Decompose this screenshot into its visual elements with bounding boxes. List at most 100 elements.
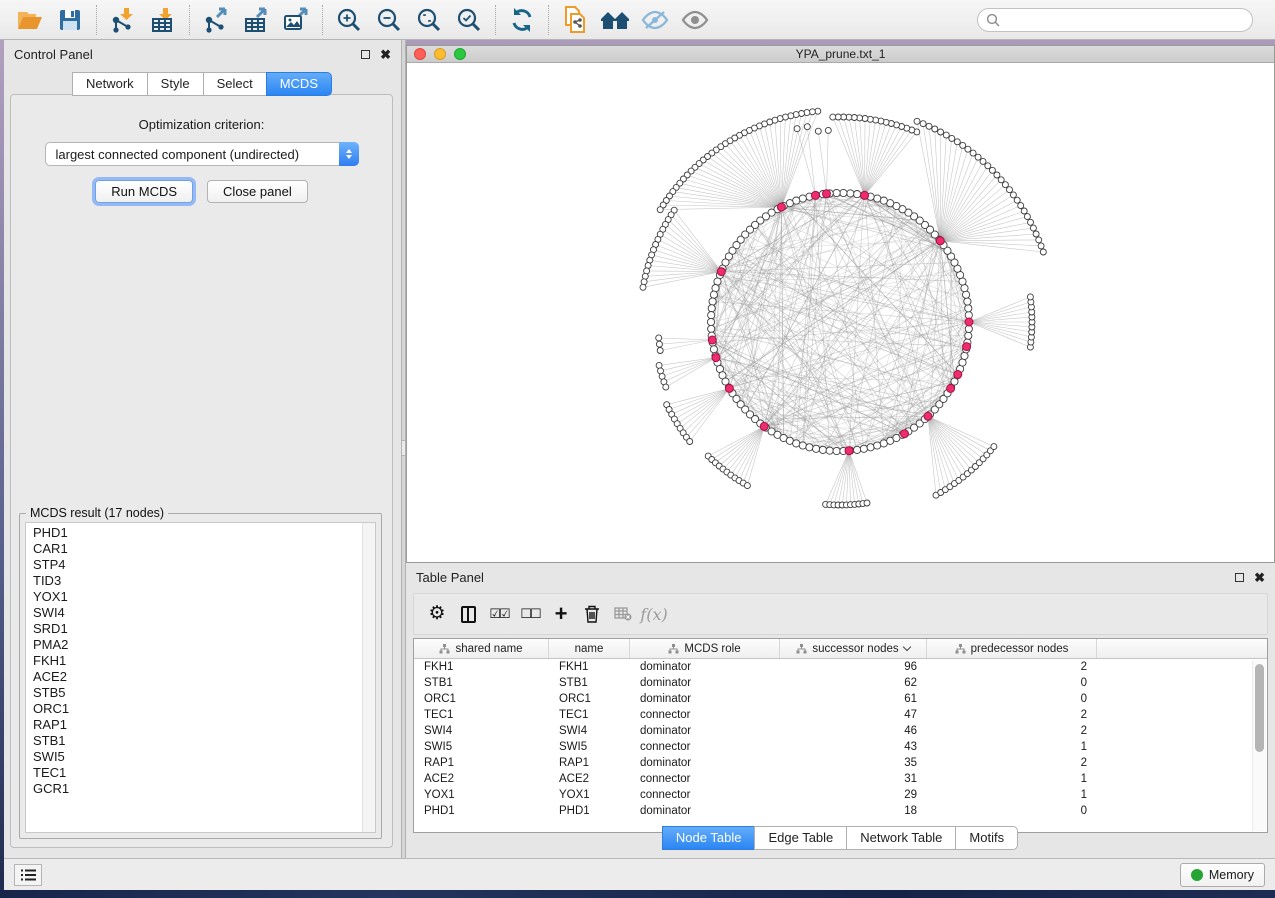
show-columns-icon[interactable] <box>457 603 479 625</box>
cell-successor-nodes[interactable]: 35 <box>780 755 927 771</box>
cell-predecessor-nodes[interactable]: 2 <box>927 707 1097 723</box>
cell-mcds-role[interactable]: dominator <box>630 755 780 771</box>
table-tab[interactable]: Node Table <box>662 826 756 850</box>
table-scrollbar-thumb[interactable] <box>1255 664 1264 752</box>
import-table-icon[interactable] <box>143 3 183 37</box>
control-panel-tab[interactable]: Network <box>72 72 148 96</box>
cell-predecessor-nodes[interactable]: 0 <box>927 691 1097 707</box>
float-panel-icon[interactable] <box>361 50 370 59</box>
cell-name[interactable]: YOX1 <box>549 787 630 803</box>
mcds-result-item[interactable]: TID3 <box>26 573 375 589</box>
mcds-result-item[interactable]: SWI5 <box>26 749 375 765</box>
table-tab[interactable]: Edge Table <box>754 826 847 850</box>
cell-mcds-role[interactable]: dominator <box>630 803 780 819</box>
mcds-result-item[interactable]: PHD1 <box>26 525 375 541</box>
hide-details-icon[interactable] <box>635 3 675 37</box>
cell-successor-nodes[interactable]: 96 <box>780 659 927 675</box>
mcds-result-item[interactable]: STB1 <box>26 733 375 749</box>
close-panel-button[interactable]: Close panel <box>207 180 308 203</box>
cell-predecessor-nodes[interactable]: 0 <box>927 675 1097 691</box>
cell-name[interactable]: SWI5 <box>549 739 630 755</box>
cell-name[interactable]: TEC1 <box>549 707 630 723</box>
table-row[interactable]: RAP1 RAP1 dominator 35 2 <box>414 755 1267 771</box>
cell-mcds-role[interactable]: connector <box>630 771 780 787</box>
table-row[interactable]: ACE2 ACE2 connector 31 1 <box>414 771 1267 787</box>
table-row[interactable]: PHD1 PHD1 dominator 18 0 <box>414 803 1267 819</box>
import-network-icon[interactable] <box>103 3 143 37</box>
cell-mcds-role[interactable]: connector <box>630 739 780 755</box>
show-details-icon[interactable] <box>675 3 715 37</box>
cell-successor-nodes[interactable]: 31 <box>780 771 927 787</box>
search-input[interactable] <box>1006 12 1244 28</box>
cell-successor-nodes[interactable]: 61 <box>780 691 927 707</box>
cell-predecessor-nodes[interactable]: 1 <box>927 739 1097 755</box>
cell-name[interactable]: ACE2 <box>549 771 630 787</box>
cell-successor-nodes[interactable]: 47 <box>780 707 927 723</box>
table-scrollbar-track[interactable] <box>1252 660 1266 831</box>
first-neighbors-icon[interactable] <box>595 3 635 37</box>
cell-name[interactable]: RAP1 <box>549 755 630 771</box>
cell-mcds-role[interactable]: dominator <box>630 723 780 739</box>
delete-column-icon[interactable] <box>581 603 603 625</box>
cell-successor-nodes[interactable]: 29 <box>780 787 927 803</box>
cell-predecessor-nodes[interactable]: 2 <box>927 755 1097 771</box>
table-column-header[interactable]: predecessor nodes <box>927 639 1097 658</box>
cell-shared-name[interactable]: FKH1 <box>414 659 549 675</box>
cell-shared-name[interactable]: SWI4 <box>414 723 549 739</box>
cell-shared-name[interactable]: YOX1 <box>414 787 549 803</box>
zoom-out-icon[interactable] <box>369 3 409 37</box>
cell-name[interactable]: PHD1 <box>549 803 630 819</box>
select-all-icon[interactable]: ☑☑ <box>488 603 510 625</box>
table-column-header[interactable]: successor nodes <box>780 639 927 658</box>
cell-shared-name[interactable]: TEC1 <box>414 707 549 723</box>
table-row[interactable]: FKH1 FKH1 dominator 96 2 <box>414 659 1267 675</box>
table-row[interactable]: ORC1 ORC1 dominator 61 0 <box>414 691 1267 707</box>
cell-predecessor-nodes[interactable]: 1 <box>927 771 1097 787</box>
network-window-titlebar[interactable]: YPA_prune.txt_1 <box>407 46 1274 63</box>
table-settings-gear-icon[interactable]: ⚙ <box>426 603 448 625</box>
function-builder-icon[interactable]: f(x) <box>643 603 665 625</box>
refresh-icon[interactable] <box>502 3 542 37</box>
zoom-fit-icon[interactable] <box>409 3 449 37</box>
deselect-all-icon[interactable]: ☐☐ <box>519 603 541 625</box>
cell-predecessor-nodes[interactable]: 1 <box>927 787 1097 803</box>
criterion-dropdown[interactable]: largest connected component (undirected) <box>45 142 359 166</box>
float-table-panel-icon[interactable] <box>1235 573 1244 582</box>
mcds-result-item[interactable]: GCR1 <box>26 781 375 797</box>
mcds-result-item[interactable]: STP4 <box>26 557 375 573</box>
table-tab[interactable]: Motifs <box>955 826 1018 850</box>
cell-name[interactable]: ORC1 <box>549 691 630 707</box>
memory-button[interactable]: Memory <box>1180 863 1265 887</box>
cell-name[interactable]: FKH1 <box>549 659 630 675</box>
zoom-in-icon[interactable] <box>329 3 369 37</box>
cell-mcds-role[interactable]: connector <box>630 707 780 723</box>
cell-shared-name[interactable]: RAP1 <box>414 755 549 771</box>
cell-shared-name[interactable]: ORC1 <box>414 691 549 707</box>
list-scrollbar-track[interactable] <box>362 523 375 832</box>
cell-mcds-role[interactable]: dominator <box>630 675 780 691</box>
cell-name[interactable]: SWI4 <box>549 723 630 739</box>
table-row[interactable]: STB1 STB1 dominator 62 0 <box>414 675 1267 691</box>
save-session-icon[interactable] <box>50 3 90 37</box>
cell-shared-name[interactable]: STB1 <box>414 675 549 691</box>
mcds-result-item[interactable]: STB5 <box>26 685 375 701</box>
cell-successor-nodes[interactable]: 18 <box>780 803 927 819</box>
cell-shared-name[interactable]: ACE2 <box>414 771 549 787</box>
table-tab[interactable]: Network Table <box>846 826 956 850</box>
table-column-header[interactable]: shared name <box>414 639 549 658</box>
table-row[interactable]: SWI5 SWI5 connector 43 1 <box>414 739 1267 755</box>
export-network-icon[interactable] <box>196 3 236 37</box>
mcds-result-item[interactable]: FKH1 <box>26 653 375 669</box>
mcds-result-item[interactable]: ORC1 <box>26 701 375 717</box>
duplicate-network-icon[interactable] <box>555 3 595 37</box>
mcds-result-list[interactable]: PHD1 CAR1 STP4 TID3 YOX1 SWI4 SRD1 PMA2 … <box>25 522 376 833</box>
mcds-result-item[interactable]: RAP1 <box>26 717 375 733</box>
search-field[interactable] <box>977 8 1253 32</box>
mcds-result-item[interactable]: YOX1 <box>26 589 375 605</box>
cell-successor-nodes[interactable]: 43 <box>780 739 927 755</box>
zoom-selected-icon[interactable] <box>449 3 489 37</box>
run-mcds-button[interactable]: Run MCDS <box>95 180 193 203</box>
mcds-result-item[interactable]: CAR1 <box>26 541 375 557</box>
mcds-result-item[interactable]: TEC1 <box>26 765 375 781</box>
table-column-header[interactable]: name <box>549 639 630 658</box>
